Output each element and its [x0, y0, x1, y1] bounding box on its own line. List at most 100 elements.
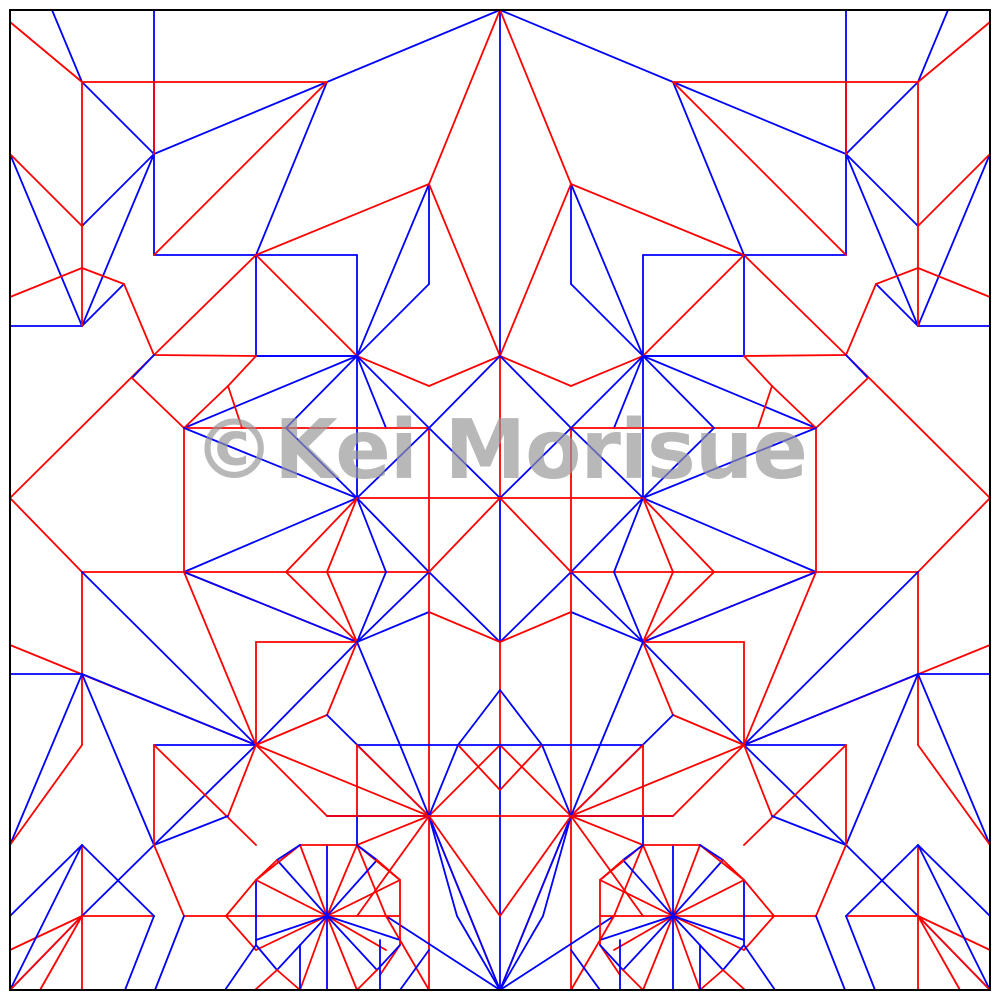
mountain-crease	[771, 385, 817, 429]
valley-crease	[499, 915, 544, 991]
valley-crease	[356, 571, 430, 643]
valley-crease	[845, 915, 876, 991]
valley-crease	[642, 355, 715, 429]
valley-crease	[815, 915, 846, 991]
valley-crease	[642, 427, 715, 499]
valley-crease	[570, 497, 644, 573]
mountain-crease	[225, 879, 257, 917]
valley-crease	[81, 153, 155, 327]
mountain-crease	[722, 859, 745, 881]
crease-pattern	[9, 9, 991, 991]
valley-crease	[499, 427, 572, 499]
valley-crease	[499, 815, 572, 991]
mountain-crease	[642, 254, 745, 357]
mountain-crease	[743, 571, 817, 746]
valley-crease	[326, 859, 378, 917]
mountain-crease	[153, 81, 328, 256]
valley-crease	[9, 844, 83, 991]
mountain-crease	[255, 879, 328, 917]
mountain-crease	[255, 744, 430, 817]
mountain-crease	[131, 377, 185, 429]
valley-crease	[356, 355, 430, 429]
valley-crease	[285, 427, 358, 499]
crease-lines	[9, 9, 991, 991]
mountain-crease	[743, 355, 773, 387]
mountain-crease	[326, 915, 358, 991]
valley-crease	[499, 355, 572, 429]
mountain-crease	[9, 267, 83, 298]
mountain-crease	[227, 355, 257, 387]
mountain-crease	[815, 844, 847, 917]
mountain-crease	[499, 497, 572, 573]
valley-crease	[570, 283, 644, 357]
mountain-crease	[917, 497, 991, 573]
valley-crease	[672, 859, 724, 917]
valley-crease	[917, 844, 991, 917]
valley-crease	[183, 355, 358, 429]
mountain-crease	[153, 254, 257, 356]
mountain-crease	[9, 915, 83, 951]
valley-crease	[499, 689, 543, 746]
valley-crease	[743, 571, 919, 746]
mountain-crease	[875, 267, 919, 285]
valley-crease	[81, 283, 125, 327]
valley-crease	[356, 427, 430, 499]
mountain-crease	[499, 183, 572, 357]
valley-crease	[845, 354, 869, 379]
valley-crease	[845, 153, 919, 227]
mountain-crease	[722, 969, 746, 991]
valley-crease	[570, 427, 644, 499]
valley-crease	[599, 641, 644, 746]
valley-crease	[428, 355, 501, 429]
mountain-crease	[153, 354, 257, 357]
valley-crease	[81, 81, 155, 155]
mountain-crease	[499, 355, 572, 387]
valley-crease	[499, 571, 572, 643]
valley-crease	[276, 844, 301, 861]
valley-crease	[428, 815, 458, 917]
mountain-crease	[255, 714, 328, 746]
valley-crease	[428, 815, 501, 991]
mountain-crease	[499, 744, 572, 817]
mountain-crease	[428, 611, 501, 643]
valley-crease	[224, 944, 257, 991]
mountain-crease	[642, 844, 674, 917]
mountain-crease	[599, 879, 674, 917]
valley-crease	[570, 571, 644, 643]
valley-crease	[9, 153, 83, 327]
valley-crease	[9, 844, 83, 917]
mountain-crease	[642, 915, 674, 991]
mountain-crease	[123, 283, 155, 356]
mountain-crease	[428, 355, 501, 387]
mountain-crease	[183, 385, 229, 429]
mountain-crease	[428, 497, 501, 573]
valley-crease	[456, 915, 501, 991]
mountain-crease	[672, 81, 847, 256]
mountain-crease	[845, 283, 877, 356]
mountain-crease	[276, 969, 301, 991]
valley-crease	[51, 9, 83, 83]
mountain-crease	[81, 267, 125, 285]
mountain-crease	[227, 744, 257, 817]
mountain-crease	[743, 744, 773, 817]
valley-crease	[428, 427, 501, 499]
mountain-crease	[356, 969, 378, 991]
valley-crease	[541, 744, 572, 817]
mountain-crease	[917, 21, 991, 83]
mountain-crease	[743, 354, 847, 357]
valley-crease	[428, 571, 501, 643]
mountain-crease	[428, 9, 501, 185]
mountain-crease	[743, 879, 775, 917]
valley-crease	[131, 354, 155, 379]
valley-crease	[699, 844, 724, 861]
valley-crease	[356, 283, 430, 357]
mountain-crease	[376, 859, 401, 881]
valley-crease	[917, 9, 949, 83]
mountain-crease	[499, 611, 572, 643]
valley-crease	[326, 9, 501, 83]
valley-crease	[153, 815, 229, 846]
mountain-crease	[570, 744, 644, 817]
valley-crease	[622, 859, 674, 917]
mountain-crease	[428, 183, 501, 357]
valley-crease	[743, 944, 776, 991]
